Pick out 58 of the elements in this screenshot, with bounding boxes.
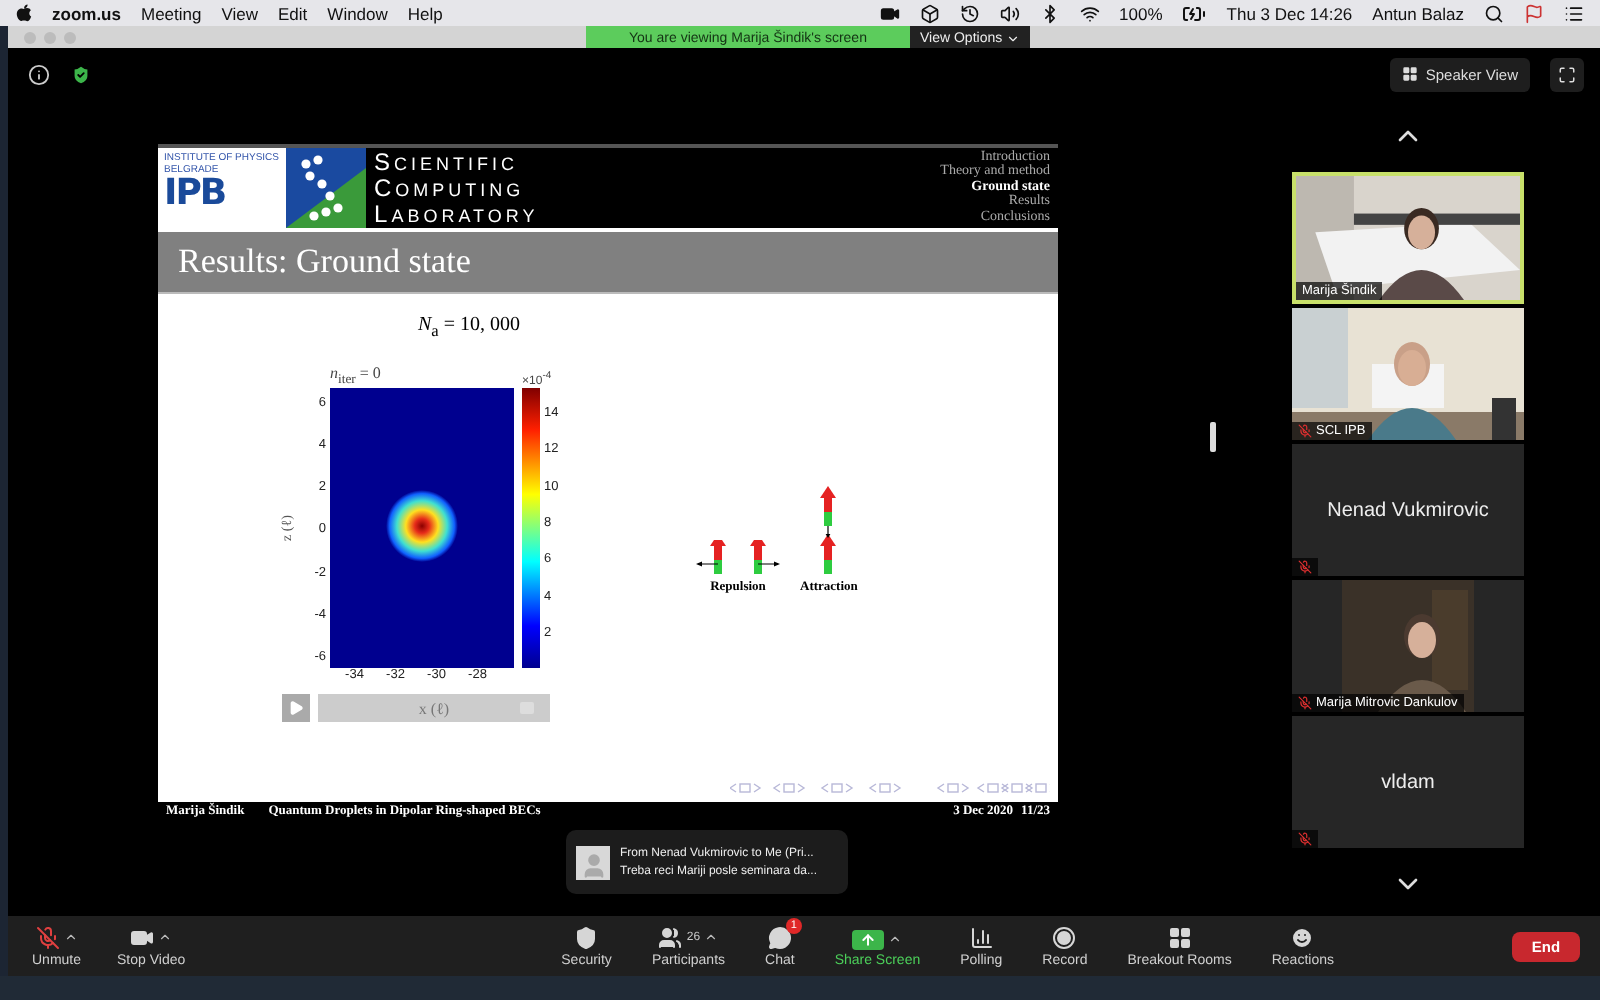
repulsion-drawing [696, 540, 780, 576]
search-icon[interactable] [1484, 3, 1504, 23]
avatar-icon [576, 845, 610, 879]
minimize-dot[interactable] [44, 31, 56, 43]
battery-percent: 100% [1119, 3, 1163, 23]
list-icon[interactable] [1564, 3, 1584, 23]
box-icon [919, 3, 940, 23]
bar-chart-icon [969, 925, 994, 949]
caret-icon[interactable] [888, 932, 903, 946]
participant-name: vldam [1381, 771, 1435, 793]
close-dot[interactable] [24, 31, 36, 43]
shield-icon [574, 925, 599, 949]
flag-icon [1524, 3, 1544, 23]
caret-icon[interactable] [704, 930, 719, 944]
grid-icon [1401, 66, 1418, 82]
plot-title: n$_{iter}$ = 0 [330, 364, 383, 388]
menu-item[interactable]: Help [407, 3, 443, 23]
muted-mic-icon [35, 925, 60, 949]
slide-title: Results: Ground state [178, 242, 471, 282]
video-tile[interactable]: vldam [1292, 716, 1524, 848]
caret-icon [1006, 31, 1021, 45]
smiley-icon [1290, 925, 1315, 949]
menu-item[interactable]: View [221, 3, 259, 23]
camera-icon [879, 3, 900, 23]
zoom-dot[interactable] [64, 31, 76, 43]
x-axis-label: x (ℓ) [418, 699, 450, 717]
camera-icon [130, 925, 155, 949]
resize-handle[interactable] [1210, 422, 1216, 452]
shield-icon[interactable] [70, 63, 92, 85]
battery-icon [1182, 1, 1207, 25]
formula: N$_{a}$ = 10, 000 [418, 314, 521, 340]
fullscreen-icon [1558, 65, 1576, 83]
chat-icon [767, 925, 792, 949]
lab-name: SCIENTIFIC [374, 149, 521, 175]
grid-icon [1167, 925, 1192, 949]
caret-icon[interactable] [158, 930, 173, 944]
wifi-icon [1079, 3, 1100, 23]
caret-icon[interactable] [63, 930, 78, 944]
lab-name: COMPUTING [374, 175, 527, 201]
menu-item[interactable]: Window [327, 3, 388, 23]
history-icon [959, 3, 980, 23]
clock: Thu 3 Dec 14:26 [1226, 3, 1353, 23]
share-screen-icon [852, 929, 885, 949]
participant-name: Nenad Vukmirovic [1327, 499, 1489, 521]
people-icon [658, 925, 683, 949]
info-icon[interactable] [28, 63, 50, 85]
record-icon [1052, 925, 1077, 949]
menu-item[interactable]: Meeting [140, 3, 202, 23]
menu-item[interactable]: Edit [278, 3, 308, 23]
apple-icon [16, 4, 32, 22]
volume-icon [999, 3, 1020, 23]
bluetooth-icon [1039, 3, 1060, 23]
lab-name: LABORATORY [374, 201, 539, 227]
app-menu[interactable]: zoom.us [52, 3, 121, 23]
user-name[interactable]: Antun Balaz [1372, 3, 1464, 23]
video-tile[interactable]: Nenad Vukmirovic [1292, 444, 1524, 576]
play-icon [288, 700, 304, 716]
fullscreen-button[interactable] [1550, 57, 1584, 91]
